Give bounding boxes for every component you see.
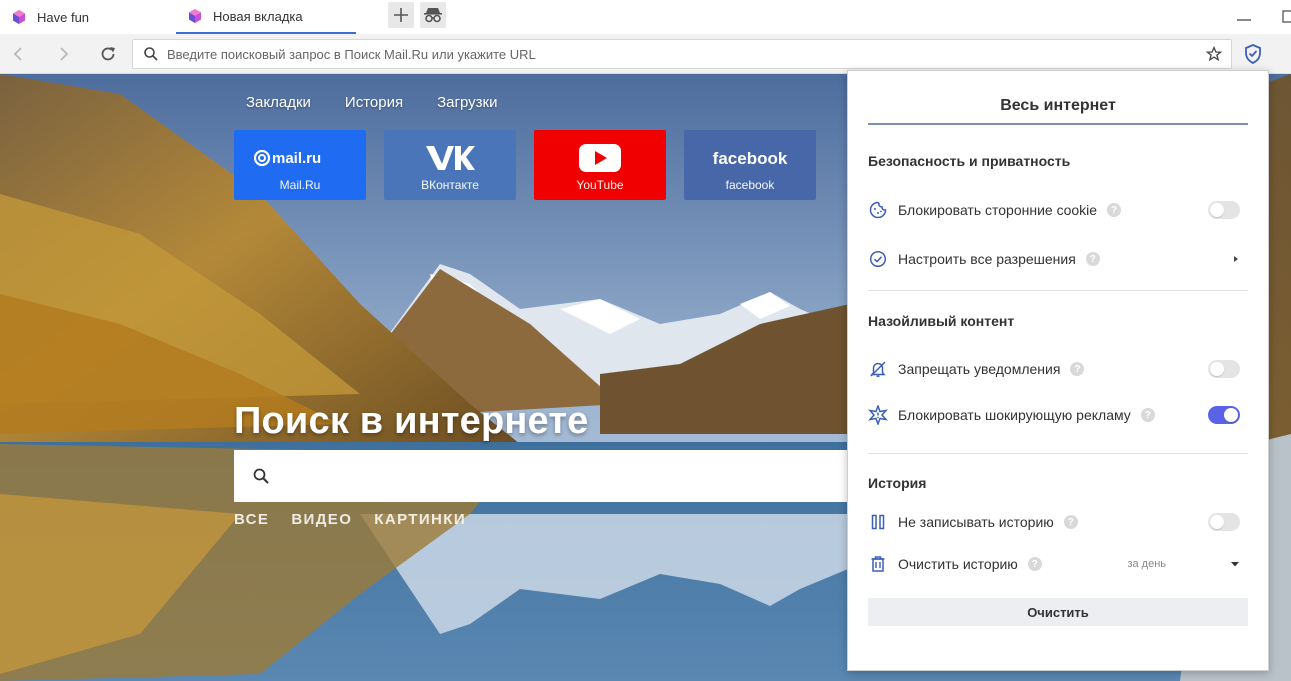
search-mode-all[interactable]: ВСЕ: [234, 511, 269, 528]
incognito-button[interactable]: [420, 2, 446, 28]
maximize-icon: [1282, 10, 1291, 23]
page-top-nav: Закладки История Загрузки: [246, 94, 497, 111]
arrow-right-icon: [60, 47, 69, 61]
setting-block-notifications: Запрещать уведомления ?: [868, 357, 1240, 381]
nav-history-link[interactable]: История: [345, 94, 403, 111]
bookmark-star-icon[interactable]: [1205, 45, 1223, 63]
setting-label: Блокировать сторонние cookie: [898, 202, 1098, 218]
speed-dial-tile-mailru[interactable]: mail.ru Mail.Ru: [234, 130, 366, 200]
setting-label: Очистить историю: [898, 556, 1018, 572]
tile-logo-text: mail.ru: [272, 150, 321, 167]
speed-dial: mail.ru Mail.Ru ВКонтакте YouTube facebo…: [234, 130, 816, 200]
tile-label: facebook: [725, 178, 775, 192]
clear-history-button[interactable]: Очистить: [868, 598, 1248, 626]
reload-button[interactable]: [96, 42, 120, 66]
mailru-logo-icon: mail.ru: [240, 140, 360, 176]
reload-icon: [101, 47, 115, 61]
tile-label: YouTube: [576, 178, 624, 192]
tab-new-tab[interactable]: Новая вкладка: [176, 0, 356, 34]
panel-title[interactable]: Весь интернет: [868, 97, 1248, 125]
toggle-block-cookies[interactable]: [1208, 201, 1240, 219]
help-icon[interactable]: ?: [1107, 203, 1122, 217]
cookie-icon: [868, 200, 888, 220]
setting-all-permissions[interactable]: Настроить все разрешения ?: [868, 247, 1240, 271]
maximize-button[interactable]: [1278, 6, 1291, 26]
address-bar[interactable]: [132, 39, 1232, 69]
search-mode-video[interactable]: ВИДЕО: [291, 511, 352, 528]
help-icon[interactable]: ?: [1140, 408, 1155, 422]
tab-title: Have fun: [37, 9, 90, 25]
youtube-logo-icon: [578, 140, 622, 176]
address-input[interactable]: [167, 46, 1205, 62]
tab-strip: Have fun Новая вкладка: [0, 0, 1291, 34]
browser-logo-icon: [13, 10, 25, 24]
tab-have-fun[interactable]: Have fun: [0, 0, 178, 34]
plus-icon: [394, 8, 408, 22]
dropdown-arrow-icon: [1231, 562, 1239, 567]
browser-logo-icon: [189, 9, 201, 23]
search-mode-tabs: ВСЕ ВИДЕО КАРТИНКИ: [234, 511, 466, 528]
speed-dial-tile-youtube[interactable]: YouTube: [534, 130, 666, 200]
arrow-left-icon: [13, 47, 22, 61]
facebook-logo-icon: facebook: [695, 140, 805, 176]
help-icon[interactable]: ?: [1027, 557, 1042, 571]
trash-icon: [868, 554, 888, 574]
nav-downloads-link[interactable]: Загрузки: [437, 94, 497, 111]
vk-logo-icon: [424, 140, 476, 176]
help-icon[interactable]: ?: [1063, 515, 1078, 529]
section-heading-history: История: [868, 475, 927, 491]
search-mode-images[interactable]: КАРТИНКИ: [374, 511, 466, 528]
section-divider: [868, 290, 1248, 291]
forward-button[interactable]: [52, 42, 76, 66]
history-period-select[interactable]: за день: [1127, 558, 1240, 570]
setting-label: Блокировать шокирующую рекламу: [898, 407, 1131, 423]
privacy-shield-button[interactable]: [1240, 42, 1266, 66]
tile-logo-text: facebook: [713, 149, 788, 168]
nav-bookmarks-link[interactable]: Закладки: [246, 94, 311, 111]
toggle-block-notifications[interactable]: [1208, 360, 1240, 378]
setting-label: Настроить все разрешения: [898, 251, 1076, 267]
web-search-box[interactable]: [234, 450, 934, 502]
setting-block-shocking-ads: Блокировать шокирующую рекламу ?: [868, 403, 1240, 427]
tile-label: Mail.Ru: [279, 178, 321, 192]
search-icon: [143, 46, 159, 62]
history-period-value: за день: [1127, 558, 1166, 570]
section-heading-annoying-content: Назойливый контент: [868, 313, 1015, 329]
search-icon: [252, 467, 270, 485]
web-search-input[interactable]: [280, 467, 934, 485]
navigation-bar: [0, 34, 1291, 74]
minimize-icon: [1237, 19, 1251, 21]
privacy-settings-popup: Весь интернет Безопасность и приватность…: [847, 70, 1269, 671]
chevron-right-icon: [1234, 256, 1238, 262]
setting-clear-history: Очистить историю ? за день: [868, 552, 1240, 576]
hero-title: Поиск в интернете: [234, 400, 589, 442]
help-icon[interactable]: ?: [1085, 252, 1100, 266]
shield-check-icon: [1245, 44, 1261, 64]
tab-title: Новая вкладка: [213, 8, 303, 24]
toggle-block-shocking-ads[interactable]: [1208, 406, 1240, 424]
bell-off-icon: [868, 359, 888, 379]
minimize-button[interactable]: [1234, 6, 1254, 26]
pause-icon: [868, 512, 888, 532]
setting-label: Не записывать историю: [898, 514, 1054, 530]
setting-block-cookies: Блокировать сторонние cookie ?: [868, 198, 1240, 222]
new-tab-button[interactable]: [388, 2, 414, 28]
star-burst-icon: [868, 405, 888, 425]
speed-dial-tile-vk[interactable]: ВКонтакте: [384, 130, 516, 200]
check-circle-icon: [868, 249, 888, 269]
incognito-icon: [424, 8, 442, 23]
back-button[interactable]: [6, 42, 30, 66]
speed-dial-tile-facebook[interactable]: facebook facebook: [684, 130, 816, 200]
section-divider: [868, 453, 1248, 454]
setting-do-not-record-history: Не записывать историю ?: [868, 510, 1240, 534]
section-heading-security: Безопасность и приватность: [868, 153, 1071, 169]
setting-label: Запрещать уведомления: [898, 361, 1061, 377]
tile-label: ВКонтакте: [421, 178, 479, 192]
toggle-do-not-record-history[interactable]: [1208, 513, 1240, 531]
help-icon[interactable]: ?: [1070, 362, 1085, 376]
